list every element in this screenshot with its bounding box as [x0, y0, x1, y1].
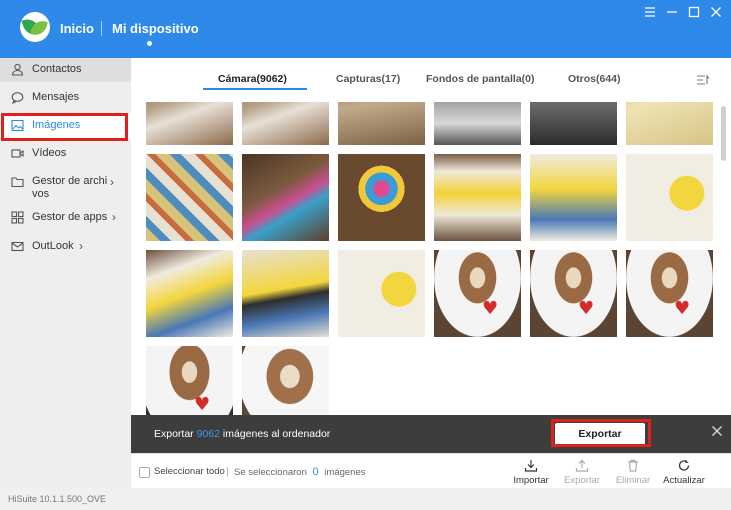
tab-fondos[interactable]: Fondos de pantalla(0) [426, 73, 535, 85]
person-icon [11, 63, 24, 76]
image-thumbnail[interactable] [338, 154, 425, 241]
sidebar-item-label: Gestor de archi [32, 175, 108, 187]
sidebar-item-label: OutLook [32, 240, 74, 252]
image-thumbnail[interactable] [146, 250, 233, 337]
delete-button[interactable]: Eliminar [608, 459, 658, 486]
title-bar: Inicio Mi dispositivo [0, 0, 731, 58]
selected-suffix: imágenes [324, 467, 366, 478]
select-all-checkbox[interactable] [139, 467, 150, 478]
close-icon[interactable] [711, 425, 723, 439]
nav-home[interactable]: Inicio [60, 21, 94, 36]
maximize-icon[interactable] [687, 6, 701, 20]
image-thumbnail[interactable] [146, 154, 233, 241]
sidebar-item-videos[interactable]: Vídeos [0, 142, 131, 166]
export-action-label: Exportar [564, 475, 600, 486]
export-button[interactable]: Exportar [555, 423, 645, 445]
image-thumbnail[interactable] [242, 154, 329, 241]
apps-grid-icon [11, 211, 24, 224]
tab-bar: Cámara(9062) Capturas(17) Fondos de pant… [131, 58, 731, 98]
import-label: Importar [513, 475, 549, 486]
sort-icon[interactable] [696, 74, 710, 86]
selection-info: Se seleccionaron 0 imágenes [234, 466, 366, 478]
heart-icon: ♥ [194, 394, 211, 415]
refresh-button[interactable]: Actualizar [659, 459, 709, 486]
image-thumbnail[interactable]: ♥ [146, 346, 233, 416]
image-thumbnail[interactable] [626, 102, 713, 145]
export-prefix: Exportar [154, 428, 194, 440]
import-icon [524, 460, 538, 472]
import-button[interactable]: Importar [506, 459, 556, 486]
heart-icon: ♥ [578, 298, 595, 319]
sidebar-item-label: Mensajes [32, 91, 80, 103]
export-suffix: imágenes al ordenador [222, 428, 331, 440]
mail-icon [11, 241, 24, 252]
export-action-button[interactable]: Exportar [557, 459, 607, 486]
sidebar-item-label: Imágenes [32, 119, 81, 131]
heart-icon: ♥ [674, 298, 691, 319]
scrollbar[interactable] [721, 106, 726, 161]
image-icon [11, 119, 24, 132]
tab-otros[interactable]: Otros(644) [568, 73, 621, 85]
selected-count: 0 [312, 466, 319, 478]
image-thumbnail[interactable]: ♥ [626, 250, 713, 337]
image-thumbnail[interactable] [146, 102, 233, 145]
image-thumbnail[interactable] [530, 102, 617, 145]
sidebar-item-label: Gestor de apps [32, 211, 108, 223]
tab-capturas[interactable]: Capturas(17) [336, 73, 400, 85]
sidebar-item-label: Contactos [32, 63, 82, 75]
selected-prefix: Se seleccionaron [234, 467, 307, 478]
image-thumbnail[interactable] [338, 102, 425, 145]
main-content: Cámara(9062) Capturas(17) Fondos de pant… [131, 58, 731, 488]
refresh-label: Actualizar [663, 475, 705, 486]
hisuite-logo-icon [20, 12, 50, 42]
image-thumbnail[interactable]: ♥ [434, 250, 521, 337]
sidebar-item-outlook[interactable]: OutLook › [0, 235, 131, 259]
sidebar-item-imagenes[interactable]: Imágenes [0, 114, 131, 138]
chat-bubble-icon [11, 92, 24, 104]
menu-icon[interactable] [643, 6, 657, 20]
version-label: HiSuite 10.1.1.500_OVE [8, 494, 107, 504]
chevron-right-icon: › [110, 175, 114, 189]
minimize-icon[interactable] [665, 6, 679, 20]
export-count: 9062 [196, 428, 220, 440]
nav-active-indicator [147, 41, 152, 46]
export-message: Exportar 9062 imágenes al ordenador [154, 428, 330, 440]
image-thumbnail[interactable] [242, 102, 329, 145]
heart-icon: ♥ [482, 298, 499, 319]
nav-divider [101, 21, 102, 36]
image-thumbnail[interactable] [338, 250, 425, 337]
chevron-right-icon: › [79, 239, 83, 253]
image-thumbnail[interactable] [434, 154, 521, 241]
image-thumbnail[interactable] [530, 154, 617, 241]
refresh-icon [678, 460, 690, 471]
image-thumbnail[interactable]: ♥ [530, 250, 617, 337]
video-icon [11, 149, 24, 158]
export-bar: Exportar 9062 imágenes al ordenador Expo… [131, 415, 731, 453]
chevron-right-icon: › [112, 210, 116, 224]
image-thumbnail[interactable] [626, 154, 713, 241]
image-thumbnail[interactable] [242, 346, 329, 416]
sidebar-item-mensajes[interactable]: Mensajes [0, 86, 131, 110]
tab-active-underline [203, 88, 307, 90]
nav-my-device[interactable]: Mi dispositivo [112, 21, 199, 36]
image-grid: ♥ ♥ ♥ ♥ [131, 102, 721, 416]
delete-label: Eliminar [615, 475, 651, 486]
sidebar-item-label-line2: vos [32, 188, 50, 200]
footer-divider [227, 467, 228, 477]
trash-icon [628, 459, 638, 472]
sidebar-item-contactos[interactable]: Contactos [0, 58, 131, 82]
folder-icon [11, 177, 24, 188]
image-thumbnail[interactable] [242, 250, 329, 337]
footer-toolbar: Seleccionar todo Se seleccionaron 0 imág… [131, 453, 731, 488]
tab-camara[interactable]: Cámara(9062) [218, 73, 287, 85]
sidebar-item-gestor-archivos[interactable]: Gestor de archi vos › [0, 170, 131, 206]
close-icon[interactable] [709, 6, 723, 20]
sidebar-item-label: Vídeos [32, 147, 67, 159]
image-thumbnail[interactable] [434, 102, 521, 145]
select-all-label[interactable]: Seleccionar todo [154, 466, 225, 477]
sidebar: Contactos Mensajes Imágenes Vídeos Gesto… [0, 58, 131, 488]
sidebar-item-gestor-apps[interactable]: Gestor de apps › [0, 206, 131, 230]
export-icon [575, 459, 589, 472]
